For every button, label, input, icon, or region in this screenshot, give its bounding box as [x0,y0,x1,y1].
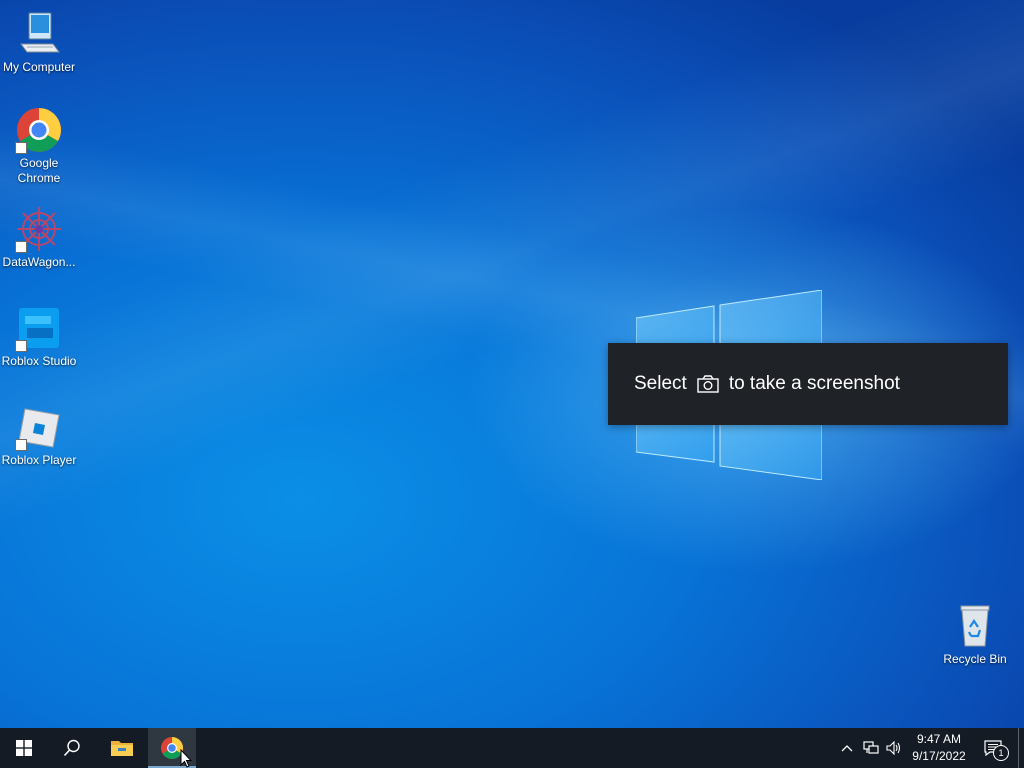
search-icon [63,739,80,757]
search-button[interactable] [48,728,96,768]
desktop-icon-label: Roblox Player [1,453,77,467]
action-center-button[interactable]: 1 [978,728,1009,768]
shortcut-arrow-icon [15,241,27,253]
screenshot-toast[interactable]: Select to take a screenshot [608,343,1008,425]
clock-date: 9/17/2022 [912,749,966,763]
shortcut-arrow-icon [15,142,27,154]
shortcut-arrow-icon [15,340,27,352]
toast-text-before: Select [634,373,687,394]
recycle-bin-icon [960,605,990,647]
clock-time: 9:47 AM [916,732,962,746]
network-icon [863,741,879,754]
desktop-icon-label: Recycle Bin [943,652,1007,666]
windows-icon [16,740,32,756]
desktop-icon-datawagon[interactable]: DataWagon... [0,205,78,270]
volume-icon [886,741,901,755]
desktop-icon-recycle-bin[interactable]: Recycle Bin [936,602,1014,667]
desktop-icon-label: Roblox Studio [1,354,77,368]
mouse-cursor-icon [180,749,192,768]
shortcut-arrow-icon [15,439,27,451]
chevron-up-icon [841,745,853,752]
desktop: My Computer Google Chrome DataWagon... R… [0,0,1024,728]
toast-text-after: to take a screenshot [728,373,900,394]
camera-icon [697,375,719,393]
desktop-icon-google-chrome[interactable]: Google Chrome [0,106,78,186]
taskbar: 9:47 AM 9/17/2022 1 [0,728,1024,768]
computer-icon [20,12,60,53]
desktop-icon-label: My Computer [2,60,76,74]
start-button[interactable] [0,728,48,768]
desktop-icon-roblox-player[interactable]: Roblox Player [0,403,78,468]
show-desktop-button[interactable] [1018,728,1024,768]
taskbar-clock[interactable]: 9:47 AM 9/17/2022 [904,731,974,765]
desktop-icon-my-computer[interactable]: My Computer [0,10,78,75]
notification-count-badge: 1 [993,745,1009,761]
network-button[interactable] [860,728,882,768]
desktop-icon-label: Google Chrome [17,156,61,185]
volume-button[interactable] [883,728,905,768]
file-explorer-button[interactable] [98,728,146,768]
folder-icon [111,741,133,756]
show-hidden-icons-button[interactable] [836,728,858,768]
desktop-icon-roblox-studio[interactable]: Roblox Studio [0,304,78,369]
desktop-icon-label: DataWagon... [2,255,76,269]
